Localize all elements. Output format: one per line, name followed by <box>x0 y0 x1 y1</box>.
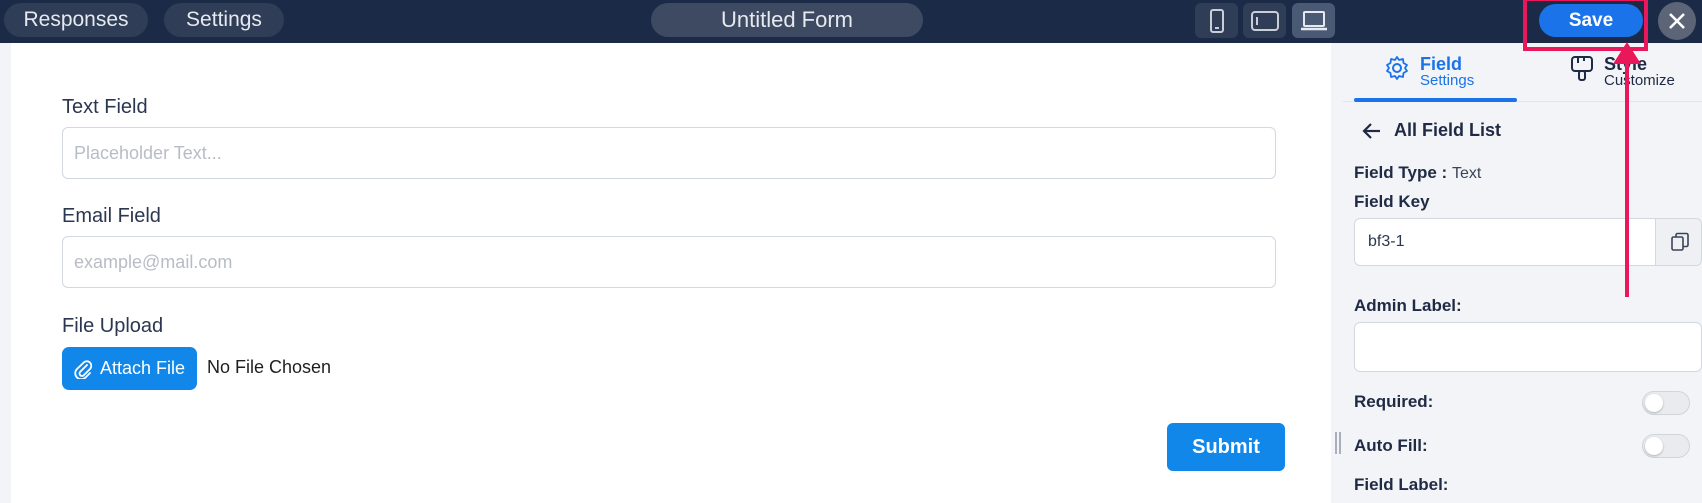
tablet-icon <box>1250 10 1279 31</box>
field-type-label: Field Type : <box>1354 163 1448 182</box>
top-bar: Responses Settings Untitled Form Save <box>0 0 1702 43</box>
field-key-label: Field Key <box>1354 192 1430 211</box>
admin-label-input[interactable] <box>1354 322 1702 372</box>
annotation-arrow-shaft <box>1625 52 1629 297</box>
required-toggle[interactable] <box>1642 391 1690 415</box>
auto-fill-toggle[interactable] <box>1642 434 1690 458</box>
tab-field-subtitle: Settings <box>1420 72 1475 89</box>
email-field-input[interactable] <box>62 236 1276 288</box>
all-field-list-label: All Field List <box>1394 120 1502 140</box>
save-button[interactable]: Save <box>1539 4 1643 37</box>
responses-tab[interactable]: Responses <box>4 3 148 37</box>
brush-icon <box>1571 56 1593 81</box>
gear-icon <box>1386 56 1408 80</box>
copy-icon <box>1671 232 1689 251</box>
tab-style-subtitle: Customize <box>1604 72 1675 89</box>
tablet-view-button[interactable] <box>1243 3 1286 38</box>
auto-fill-label: Auto Fill: <box>1354 436 1428 455</box>
arrow-left-icon <box>1362 122 1380 139</box>
settings-tab[interactable]: Settings <box>164 3 284 37</box>
field-key-field <box>1354 218 1702 266</box>
field-key-input[interactable] <box>1355 219 1681 265</box>
toggle-knob <box>1645 437 1663 455</box>
copy-key-button[interactable] <box>1655 219 1701 265</box>
close-button[interactable] <box>1658 2 1696 40</box>
mobile-view-button[interactable] <box>1195 3 1238 38</box>
required-label: Required: <box>1354 392 1434 411</box>
file-upload-label: File Upload <box>62 315 164 337</box>
field-label-label: Field Label: <box>1354 475 1449 494</box>
active-tab-indicator <box>1354 98 1517 102</box>
laptop-icon <box>1300 10 1327 30</box>
file-status: No File Chosen <box>207 357 332 377</box>
attach-file-button[interactable]: Attach File <box>62 347 197 390</box>
submit-button[interactable]: Submit <box>1167 423 1285 471</box>
desktop-view-button[interactable] <box>1292 3 1335 38</box>
paperclip-icon <box>74 359 92 379</box>
email-field-label: Email Field <box>62 205 161 227</box>
field-type-row: Field Type : Text <box>1354 163 1481 183</box>
text-field-input[interactable] <box>62 127 1276 179</box>
attach-file-label: Attach File <box>99 358 186 378</box>
field-type-value: Text <box>1451 165 1482 182</box>
close-icon <box>1669 13 1685 29</box>
tab-field-title: Field <box>1420 54 1463 74</box>
toggle-knob <box>1645 394 1663 412</box>
panel-resize-handle[interactable] <box>1335 432 1341 454</box>
field-settings-panel <box>1331 43 1702 503</box>
mobile-icon <box>1209 8 1224 33</box>
all-field-list-link[interactable]: All Field List <box>1362 120 1501 141</box>
admin-label-label: Admin Label: <box>1354 296 1462 315</box>
tab-field-settings[interactable]: Field Settings <box>1384 55 1474 89</box>
canvas-left-edge <box>0 43 11 503</box>
form-title[interactable]: Untitled Form <box>651 3 923 37</box>
text-field-label: Text Field <box>62 96 148 118</box>
annotation-arrow-head <box>1613 42 1641 64</box>
